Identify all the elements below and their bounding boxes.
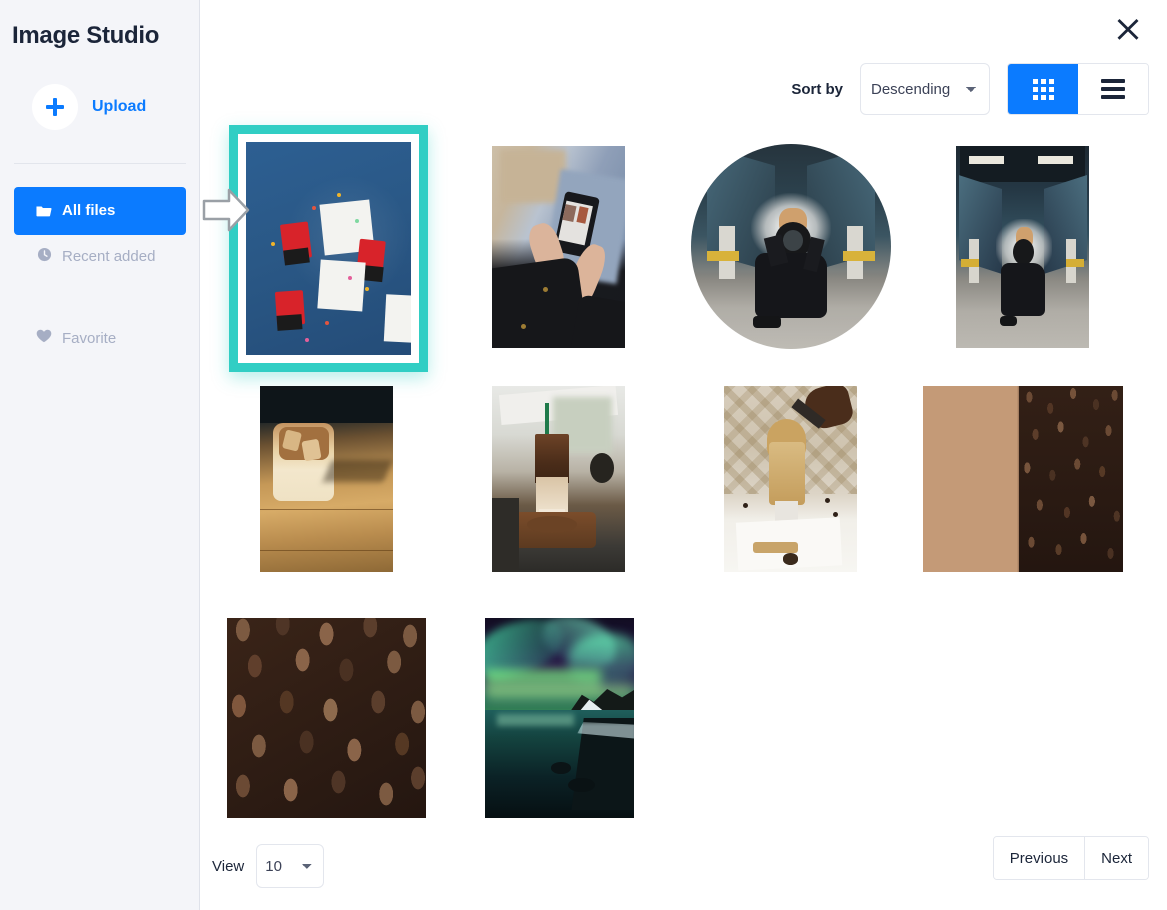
main-panel: Sort by DescendingAscending (200, 0, 1167, 910)
gallery-item[interactable] (691, 144, 891, 349)
gallery-item[interactable] (956, 146, 1089, 348)
gallery-thumbnail-person-crouching-escalator-rect[interactable] (956, 146, 1089, 348)
list-view-button[interactable] (1078, 64, 1148, 114)
gallery-footer: View 102050 Previous Next (200, 820, 1167, 910)
app-title: Image Studio (12, 22, 160, 49)
gallery-row (200, 610, 1167, 820)
gallery-thumbnail-frappe-dessert-spoon[interactable] (724, 386, 857, 572)
upload-button-label: Upload (92, 98, 147, 115)
upload-circle (32, 84, 78, 130)
heart-icon (36, 329, 52, 343)
per-page-control: View 102050 (212, 844, 325, 888)
sidebar-item-label: All files (62, 202, 116, 220)
sidebar-item-favorite[interactable]: Favorite (14, 325, 186, 361)
list-icon (1101, 79, 1125, 99)
previous-page-button[interactable]: Previous (993, 837, 1086, 879)
sidebar-item-label: Favorite (62, 330, 117, 347)
gallery-thumbnail-person-crouching-escalator-circle[interactable] (691, 144, 891, 349)
sidebar: Image Studio Upload All files Recent add… (0, 0, 200, 910)
gallery-item[interactable] (260, 386, 393, 572)
gallery-toolbar: Sort by DescendingAscending (791, 63, 1149, 115)
gallery-item[interactable] (923, 386, 1123, 572)
sidebar-divider (14, 163, 186, 164)
gallery-thumbnail-black-friday-tags-flatlay[interactable] (246, 142, 411, 355)
plus-icon (46, 98, 64, 116)
sidebar-item-all-files[interactable]: All files (14, 187, 186, 235)
gallery-item[interactable] (492, 386, 625, 572)
grid-icon (1032, 78, 1054, 100)
sidebar-item-recent-added[interactable]: Recent added (14, 243, 186, 279)
view-label: View (212, 857, 245, 875)
per-page-select[interactable]: 102050 (256, 844, 325, 888)
folder-icon (36, 204, 52, 218)
upload-button[interactable]: Upload (32, 84, 146, 130)
selected-item-frame[interactable] (229, 125, 428, 372)
pagination: Previous Next (992, 836, 1149, 880)
gallery-thumbnail-roasted-coffee-beans-closeup[interactable] (227, 618, 426, 818)
gallery-row (200, 378, 1167, 610)
clock-icon (36, 247, 52, 262)
image-gallery (200, 125, 1167, 820)
sort-order-select[interactable]: DescendingAscending (860, 63, 990, 115)
gallery-thumbnail-coffee-beans-on-tan-background[interactable] (923, 386, 1123, 572)
next-page-button[interactable]: Next (1085, 837, 1148, 879)
sort-by-label: Sort by (791, 80, 843, 98)
view-mode-toggle (1007, 63, 1149, 115)
gallery-thumbnail-iced-coffee-on-table[interactable] (260, 386, 393, 572)
gallery-item[interactable] (724, 386, 857, 572)
close-icon (1117, 19, 1139, 40)
gallery-item[interactable] (492, 146, 625, 348)
gallery-item[interactable] (485, 618, 634, 818)
sidebar-item-label: Recent added (62, 248, 156, 265)
gallery-row (200, 125, 1167, 378)
close-button[interactable] (1111, 12, 1145, 46)
gallery-thumbnail-aurora-borealis-coastline[interactable] (485, 618, 634, 818)
gallery-thumbnail-hands-holding-phone-shopping[interactable] (492, 146, 625, 348)
grid-view-button[interactable] (1008, 64, 1078, 114)
gallery-thumbnail-layered-coffee-wooden-board[interactable] (492, 386, 625, 572)
gallery-item[interactable] (227, 618, 426, 818)
